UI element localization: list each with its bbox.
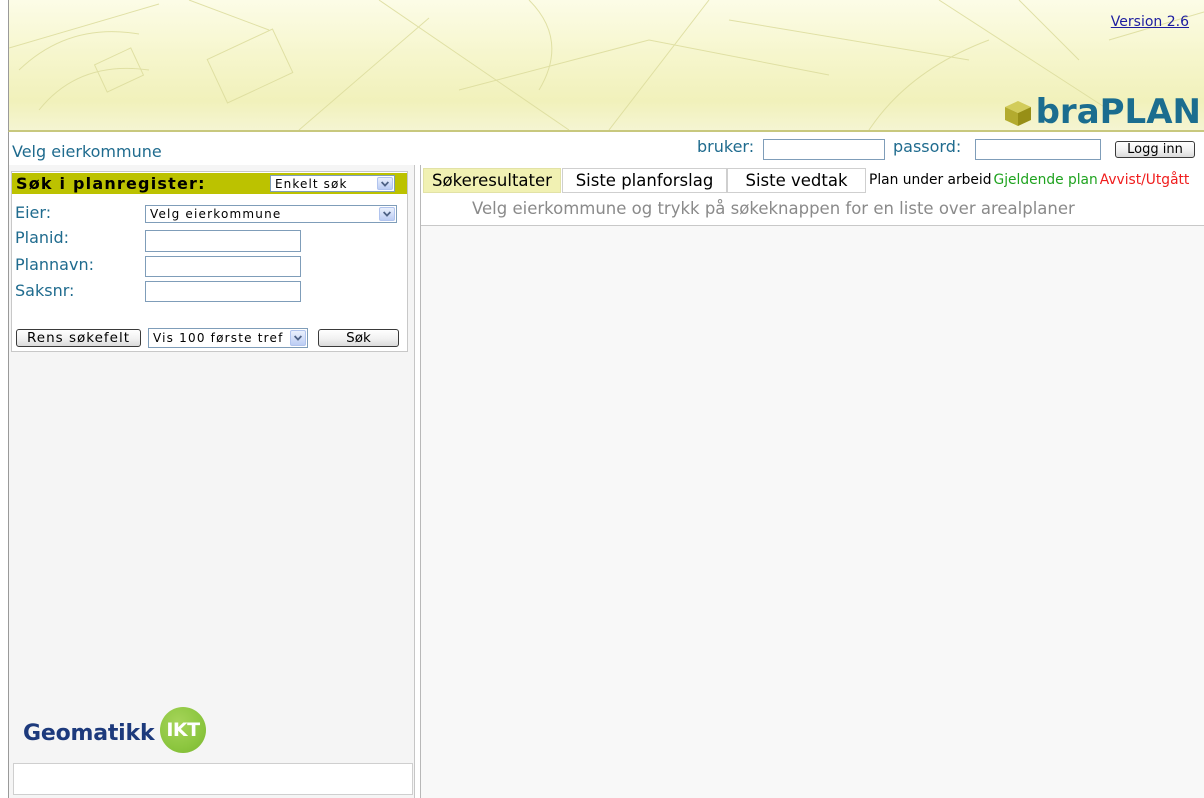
search-mode-value: Enkelt søk — [275, 176, 348, 191]
search-button[interactable]: Søk — [318, 329, 399, 347]
cube-icon — [1003, 99, 1033, 127]
selected-owner-text: Velg eierkommune — [12, 142, 162, 161]
brand-name: braPLAN — [1035, 92, 1201, 132]
legend-in-progress: Plan under arbeid — [869, 172, 992, 188]
owner-select[interactable]: Velg eierkommune — [145, 205, 397, 223]
app-header: Version 2.6 braPLAN — [8, 0, 1204, 132]
result-limit-select[interactable]: Vis 100 første tref — [148, 328, 308, 348]
chevron-down-icon[interactable] — [379, 207, 395, 221]
status-box — [13, 763, 413, 795]
owner-label: Eier: — [15, 203, 52, 222]
login-bar: Velg eierkommune bruker: passord: Logg i… — [8, 132, 1204, 165]
search-sidebar: Søk i planregister: Enkelt søk Eier: Vel… — [8, 165, 415, 798]
password-input[interactable] — [975, 139, 1101, 160]
brand-logo: braPLAN — [1003, 95, 1201, 129]
geomatikk-logo-word: Geomatikk — [23, 721, 155, 746]
tab-search-results[interactable]: Søkeresultater — [423, 168, 561, 193]
owner-select-value: Velg eierkommune — [150, 207, 282, 221]
ikt-logo-text: IKT — [166, 719, 200, 741]
case-number-input[interactable] — [145, 281, 301, 302]
plan-id-label: Planid: — [15, 228, 70, 247]
tab-latest-decisions[interactable]: Siste vedtak — [727, 168, 866, 193]
clear-fields-button[interactable]: Rens søkefelt — [16, 329, 141, 347]
version-link[interactable]: Version 2.6 — [1111, 14, 1189, 31]
results-list — [421, 225, 1204, 798]
ikt-logo-badge: IKT — [160, 707, 206, 753]
search-form-title: Søk i planregister: — [16, 174, 206, 193]
login-button[interactable]: Logg inn — [1115, 141, 1195, 158]
chevron-down-icon[interactable] — [290, 330, 306, 346]
search-mode-select[interactable]: Enkelt søk — [270, 175, 395, 192]
username-label: bruker: — [697, 137, 755, 156]
plan-name-label: Plannavn: — [15, 255, 94, 274]
username-input[interactable] — [763, 139, 885, 160]
legend-active-plan: Gjeldende plan — [993, 172, 1098, 188]
result-limit-value: Vis 100 første tref — [153, 331, 284, 345]
results-panel: Søkeresultater Siste planforslag Siste v… — [420, 165, 1204, 798]
search-form-header: Søk i planregister: Enkelt søk — [12, 173, 407, 194]
search-form: Søk i planregister: Enkelt søk Eier: Vel… — [11, 171, 408, 352]
plan-id-input[interactable] — [145, 230, 301, 252]
case-number-label: Saksnr: — [15, 281, 75, 300]
tab-latest-proposals[interactable]: Siste planforslag — [562, 168, 727, 193]
password-label: passord: — [893, 137, 962, 156]
chevron-down-icon[interactable] — [377, 177, 393, 190]
empty-results-message: Velg eierkommune og trykk på søkeknappen… — [472, 199, 1075, 218]
geomatikk-ikt-logo: Geomatikk IKT — [23, 707, 223, 753]
legend-rejected-expired: Avvist/Utgått — [1099, 172, 1190, 188]
plan-status-legend: Plan under arbeid Gjeldende plan Avvist/Ut… — [869, 168, 1204, 193]
plan-name-input[interactable] — [145, 256, 301, 277]
